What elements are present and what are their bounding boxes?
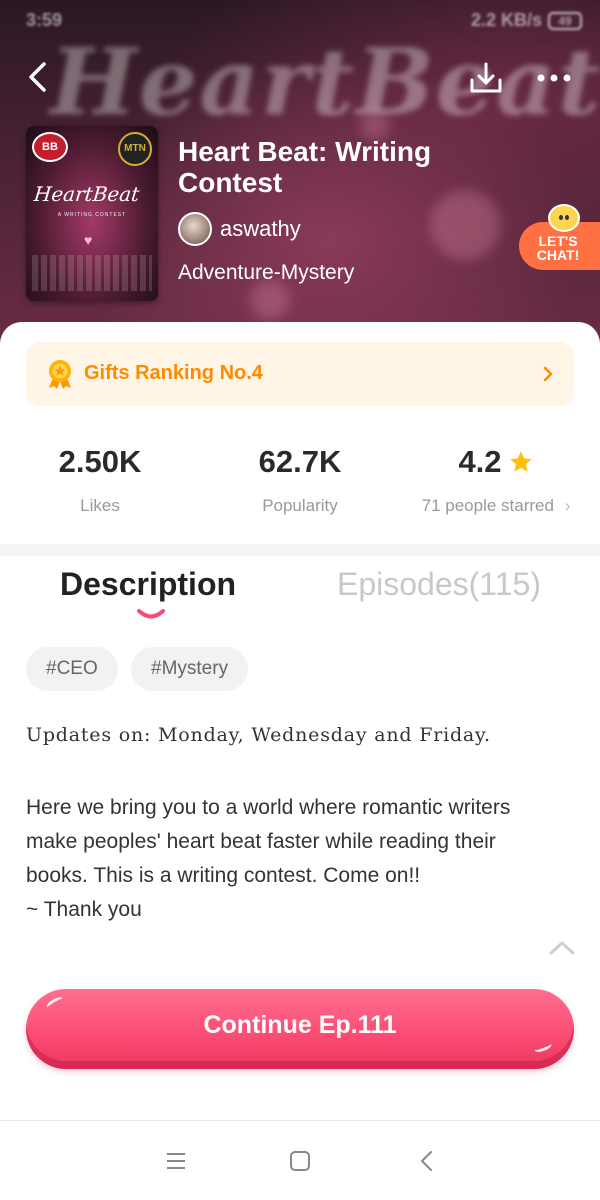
continue-label: Continue Ep.111 (203, 1011, 397, 1039)
cover-title: HeartBeat (32, 182, 141, 206)
gifts-ranking-banner[interactable]: Gifts Ranking No.4 (26, 342, 574, 406)
chat-badge-label: LET'S CHAT! (536, 233, 580, 263)
chevron-right-icon (543, 366, 553, 382)
continue-reading-button[interactable]: Continue Ep.111 (26, 989, 574, 1069)
book-cover[interactable]: BB MTN HeartBeat A WRITING CONTEST ♥ (26, 126, 158, 301)
book-header: HeartBeat 3:59 2.2 KB/s 49 BB MTN HeartB… (0, 0, 600, 345)
system-home-button[interactable] (286, 1148, 314, 1174)
status-right: 2.2 KB/s 49 (471, 10, 582, 31)
author-avatar (178, 212, 212, 246)
more-dots-icon (537, 74, 571, 82)
chevron-right-icon: › (564, 496, 571, 515)
tab-episodes[interactable]: Episodes(115) (337, 566, 541, 603)
bokeh-light (430, 190, 500, 260)
back-triangle-icon (421, 1151, 432, 1171)
cover-keyboard-art (32, 255, 152, 291)
author-link[interactable]: aswathy (178, 212, 301, 246)
bokeh-light (250, 280, 290, 320)
tab-description[interactable]: Description (60, 566, 236, 603)
rating-count-label: 71 people starred (421, 496, 554, 515)
chat-emoji-icon (548, 204, 580, 232)
ranking-label: Gifts Ranking No.4 (84, 362, 263, 384)
battery-icon: 49 (548, 11, 582, 30)
back-button[interactable] (22, 60, 56, 94)
rating-value: 4.2 (458, 444, 502, 479)
chevron-left-icon (29, 62, 46, 92)
download-button[interactable] (468, 60, 504, 96)
likes-label: Likes (80, 496, 120, 515)
rating-count-link[interactable]: 71 people starred › (392, 496, 600, 516)
cover-publisher-badge: BB (32, 132, 68, 162)
cover-subtitle: A WRITING CONTEST (57, 212, 127, 218)
section-divider (0, 544, 600, 556)
likes-value: 2.50K (58, 444, 142, 479)
update-schedule: Updates on: Monday, Wednesday and Friday… (26, 724, 491, 746)
book-title: Heart Beat: Writing Contest (178, 136, 432, 198)
nav-bar-divider (0, 1120, 600, 1121)
button-shine (45, 995, 65, 1011)
author-name: aswathy (220, 216, 301, 241)
rating-value-wrap: 4.2 (458, 444, 533, 480)
more-options-button[interactable] (534, 64, 574, 92)
button-shine (533, 1040, 553, 1054)
cover-mtn-badge: MTN (118, 132, 152, 166)
tag-chip[interactable]: #Mystery (131, 647, 249, 691)
stat-likes: 2.50K Likes (0, 444, 200, 516)
book-genre: Adventure-Mystery (178, 261, 355, 284)
star-icon (509, 451, 532, 472)
network-speed: 2.2 KB/s (470, 10, 542, 30)
download-icon (470, 62, 502, 93)
collapse-description-button[interactable] (546, 938, 578, 958)
stat-rating[interactable]: 4.2 71 people starred › (392, 444, 600, 516)
heart-icon: ♥ (84, 232, 93, 248)
book-detail-sheet: Gifts Ranking No.4 2.50K Likes 62.7K Pop… (0, 322, 600, 1200)
status-time: 3:59 (26, 10, 63, 30)
active-tab-indicator (137, 609, 165, 619)
system-menu-button[interactable] (162, 1148, 190, 1174)
home-square-icon (290, 1151, 310, 1171)
description-text: Here we bring you to a world where roman… (26, 796, 511, 921)
menu-icon (167, 1153, 185, 1169)
system-back-button[interactable] (414, 1148, 442, 1174)
stat-popularity: 62.7K Popularity (200, 444, 400, 516)
background-title-watermark: HeartBeat (50, 28, 600, 136)
tag-chip[interactable]: #CEO (26, 647, 118, 691)
chevron-up-icon (549, 941, 575, 955)
popularity-value: 62.7K (258, 444, 342, 479)
popularity-label: Popularity (262, 496, 338, 515)
status-bar: 3:59 2.2 KB/s 49 (0, 0, 600, 40)
medal-icon (49, 360, 71, 389)
